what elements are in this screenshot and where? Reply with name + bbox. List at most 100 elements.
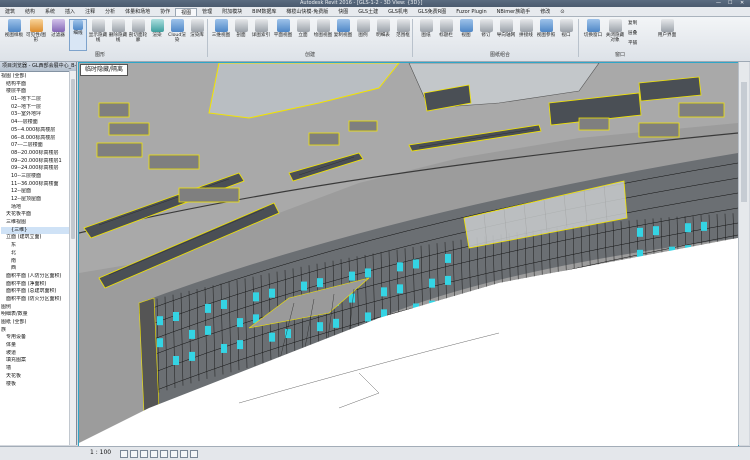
ribbon-tab[interactable]: 体量和场地 <box>120 8 155 15</box>
render-button[interactable]: 渲染 <box>146 19 168 49</box>
place-view-button[interactable]: 视图 <box>455 19 477 49</box>
ribbon-tab[interactable]: 注释 <box>80 8 100 15</box>
plan-view-button[interactable]: 平面视图 <box>272 19 294 49</box>
browser-tree-node[interactable]: 02--地下一层 <box>1 104 76 112</box>
ribbon-tab[interactable]: 快图 <box>333 8 353 15</box>
callout-button[interactable]: 详图索引 <box>250 19 272 49</box>
replicate-button[interactable]: 复制 <box>628 20 637 26</box>
switch-windows-button[interactable]: 切换窗口 <box>582 19 604 49</box>
detail-level-icon[interactable] <box>120 450 128 458</box>
ribbon-tab[interactable]: 结构 <box>20 8 40 15</box>
scope-box-button[interactable]: 范围框 <box>392 19 414 49</box>
viewports-button[interactable]: 视口 <box>555 19 577 49</box>
crop-view-icon[interactable] <box>160 450 168 458</box>
ribbon-tab[interactable]: 分析 <box>100 8 120 15</box>
legends-button[interactable]: 图例 <box>352 19 374 49</box>
browser-tree-node[interactable]: 04---层楼面 <box>1 119 76 127</box>
3d-viewport[interactable] <box>78 62 739 447</box>
thin-lines-button[interactable]: 细线 <box>69 19 87 51</box>
browser-tree-node[interactable]: 11--36.000标高楼面 <box>1 181 76 189</box>
browser-tree-node[interactable]: 天花板 <box>1 373 76 381</box>
temporary-hide-icon[interactable] <box>180 450 188 458</box>
browser-tree-node[interactable]: 场地 <box>1 204 76 212</box>
cloud-render-button[interactable]: Cloud渲染 <box>166 19 188 49</box>
browser-tree-node[interactable]: 视图 (全部) <box>1 73 76 81</box>
elevation-button[interactable]: 立面 <box>292 19 314 49</box>
minimize-button[interactable]: — <box>716 0 721 6</box>
browser-tree-node[interactable]: 12--屋顶屋面 <box>1 196 76 204</box>
browser-tree-node[interactable]: 东 <box>1 242 76 250</box>
browser-tree-node[interactable]: 三维视图 <box>1 219 76 227</box>
drafting-view-button[interactable]: 绘图视图 <box>312 19 334 49</box>
browser-tree-node[interactable]: 南 <box>1 258 76 266</box>
show-hidden-lines-button[interactable]: 显示隐藏线 <box>87 19 109 49</box>
browser-tree-node[interactable]: 专用设备 <box>1 334 76 342</box>
browser-scroll-thumb[interactable] <box>71 79 75 239</box>
render-gallery-button[interactable]: 渲染库 <box>186 19 208 49</box>
ribbon-tab[interactable]: BIM数据库 <box>247 8 281 15</box>
browser-tree-node[interactable]: 面积平面 (人防分区面积) <box>1 273 76 281</box>
browser-tree-node[interactable]: 面积平面 (净面积) <box>1 281 76 289</box>
guide-grid-button[interactable]: 导向轴网 <box>495 19 517 49</box>
ribbon-tab[interactable]: 插入 <box>60 8 80 15</box>
ribbon-tab[interactable]: 建筑 <box>0 8 20 15</box>
browser-tree-node[interactable]: {三维} <box>1 226 76 235</box>
section-button[interactable]: 剖面 <box>230 19 252 49</box>
cascade-button[interactable]: 层叠 <box>628 30 637 36</box>
browser-tree-node[interactable]: 北 <box>1 250 76 258</box>
ribbon-tab[interactable]: GLS土建 <box>353 8 383 15</box>
browser-tree-node[interactable]: 图例 <box>1 304 76 312</box>
sheet-button[interactable]: 图纸 <box>415 19 437 49</box>
remove-hidden-lines-button[interactable]: 删除隐藏线 <box>107 19 129 49</box>
browser-tree-node[interactable]: 08--20.000标高楼层 <box>1 150 76 158</box>
browser-tree-node[interactable]: 结构平面 <box>1 81 76 89</box>
user-interface-button[interactable]: 用户界面 <box>656 19 678 49</box>
browser-tree-node[interactable]: 03--室外地坪 <box>1 111 76 119</box>
browser-scrollbar[interactable] <box>69 71 76 445</box>
browser-tree-node[interactable]: 面积平面 (防火分区面积) <box>1 296 76 304</box>
browser-tree-node[interactable]: 楼层平面 <box>1 88 76 96</box>
browser-tree-node[interactable]: 填充图案 <box>1 357 76 365</box>
schedules-button[interactable]: 明细表 <box>372 19 394 49</box>
revisions-button[interactable]: 修订 <box>475 19 497 49</box>
browser-tree-node[interactable]: 09--20.000标高楼层1 <box>1 158 76 166</box>
browser-tree-node[interactable]: 天花板平面 <box>1 211 76 219</box>
close-hidden-button[interactable]: 关闭隐藏对象 <box>604 19 626 49</box>
shadows-icon[interactable] <box>150 450 158 458</box>
ribbon-tab[interactable]: Fuzor Plugin <box>451 9 491 15</box>
browser-tree-node[interactable]: 面积平面 (总建筑面积) <box>1 288 76 296</box>
browser-tree-node[interactable]: 05--4.000标高楼层 <box>1 127 76 135</box>
close-button[interactable]: ✕ <box>740 0 744 6</box>
browser-tree-node[interactable]: 图纸 (全部) <box>1 319 76 327</box>
tile-button[interactable]: 平铺 <box>628 40 637 46</box>
browser-tree-node[interactable]: 06--8.000标高楼层 <box>1 135 76 143</box>
browser-tree-node[interactable]: 01--地下二层 <box>1 96 76 104</box>
ribbon-tab[interactable]: 系统 <box>40 8 60 15</box>
3d-view-button[interactable]: 三维视图 <box>210 19 232 49</box>
browser-tree-node[interactable]: 体量 <box>1 342 76 350</box>
filters-button[interactable]: 过滤器 <box>47 19 69 49</box>
view-template-button[interactable]: 视图样板 <box>3 19 25 49</box>
ribbon-tab[interactable]: 视图 <box>175 7 198 16</box>
ribbon-tab[interactable]: 协作 <box>155 8 175 15</box>
browser-tree-node[interactable]: 西 <box>1 265 76 273</box>
browser-tree-node[interactable]: 族 <box>1 327 76 335</box>
browser-tree-node[interactable]: 墙 <box>1 365 76 373</box>
view-reference-button[interactable]: 视图参照 <box>535 19 557 49</box>
browser-tree-node[interactable]: 立面 (建筑立面) <box>1 234 76 242</box>
ribbon-tab[interactable]: 修改 <box>535 8 555 15</box>
visual-style-icon[interactable] <box>130 450 138 458</box>
browser-tree-node[interactable]: 07---二层楼面 <box>1 142 76 150</box>
title-block-button[interactable]: 标题栏 <box>435 19 457 49</box>
browser-tree-node[interactable]: 明细表/数量 <box>1 311 76 319</box>
browser-tree-node[interactable]: 楼板 <box>1 381 76 389</box>
duplicate-view-button[interactable]: 复制视图 <box>332 19 354 49</box>
view-tab-label[interactable]: 临时隐藏/隔离 <box>80 64 129 76</box>
reveal-hidden-icon[interactable] <box>190 450 198 458</box>
browser-tree-node[interactable]: 12--屋面 <box>1 188 76 196</box>
browser-tree-node[interactable]: 10--三层楼面 <box>1 173 76 181</box>
sun-path-icon[interactable] <box>140 450 148 458</box>
ribbon-tab[interactable]: GLS机电 <box>383 8 413 15</box>
ribbon-tab[interactable]: ⊙ <box>555 9 569 15</box>
viewport-scrollbar[interactable] <box>738 62 749 445</box>
